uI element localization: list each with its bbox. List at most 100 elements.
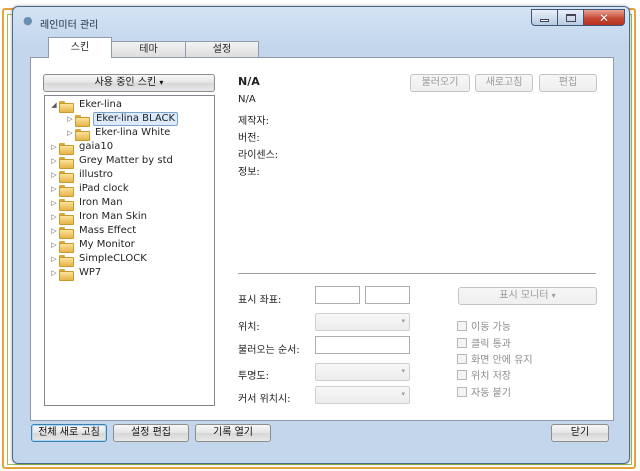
expand-icon[interactable]: ▷	[49, 252, 59, 266]
skin-tree[interactable]: ◢ Eker-lina ▷ Eker-lina BLACK ▷ Eker-lin…	[44, 95, 215, 406]
tree-item-label: SimpleCLOCK	[79, 253, 147, 264]
chevron-down-icon: ▾	[401, 390, 405, 398]
on-hover-label: 커서 위치시:	[238, 394, 291, 405]
edit-skin-button[interactable]: 편집	[539, 74, 597, 92]
minimize-icon	[540, 19, 549, 22]
tree-item-eker-lina[interactable]: ◢ Eker-lina	[49, 98, 124, 113]
draggable-checkbox[interactable]: 이동 가능	[457, 318, 511, 333]
tab-settings[interactable]: 설정	[185, 41, 259, 58]
save-position-checkbox[interactable]: 위치 저장	[457, 367, 511, 382]
tree-item-label: Iron Man Skin	[79, 211, 148, 222]
folder-icon	[59, 184, 74, 197]
checkbox-box[interactable]	[457, 369, 467, 380]
coordinates-label: 표시 좌표:	[238, 295, 282, 306]
folder-icon	[59, 170, 74, 183]
tree-item-label: iPad clock	[79, 183, 129, 194]
checkbox-box[interactable]	[457, 386, 467, 397]
expand-icon[interactable]: ▷	[49, 196, 59, 210]
folder-icon	[59, 100, 74, 113]
display-monitor-dropdown[interactable]: 표시 모니터 ▾	[458, 287, 597, 305]
on-hover-combobox[interactable]: ▾	[315, 386, 410, 404]
tree-item-illustro[interactable]: ▷ illustro	[49, 168, 115, 183]
keep-on-screen-checkbox[interactable]: 화면 안에 유지	[457, 351, 533, 366]
load-order-label: 불러오는 순서:	[238, 345, 300, 356]
checkbox-box[interactable]	[457, 337, 467, 348]
folder-icon	[59, 240, 74, 253]
tree-item-label: My Monitor	[79, 239, 135, 250]
tree-item-mass-effect[interactable]: ▷ Mass Effect	[49, 224, 138, 239]
tree-item-iron-man[interactable]: ▷ Iron Man	[49, 196, 125, 211]
snap-to-edges-checkbox[interactable]: 자동 붙기	[457, 384, 511, 399]
active-skins-dropdown[interactable]: 사용 중인 스킨 ▾	[43, 74, 215, 92]
x-coordinate-input[interactable]	[315, 286, 360, 304]
tree-item-gaia10[interactable]: ▷ gaia10	[49, 140, 115, 155]
expand-icon[interactable]: ▷	[65, 126, 75, 140]
dropdown-arrow-icon: ▾	[159, 78, 164, 87]
tree-item-my-monitor[interactable]: ▷ My Monitor	[49, 238, 137, 253]
tab-themes[interactable]: 테마	[111, 41, 186, 58]
collapse-icon[interactable]: ◢	[49, 98, 59, 112]
title-bar[interactable]: ● 레인미터 관리 ✕	[13, 7, 629, 35]
tree-item-simpleclock[interactable]: ▷ SimpleCLOCK	[49, 252, 149, 267]
expand-icon[interactable]: ▷	[49, 140, 59, 154]
version-label: 버전:	[238, 133, 260, 144]
tree-item-iron-man-skin[interactable]: ▷ Iron Man Skin	[49, 210, 149, 225]
refresh-skin-button[interactable]: 새로고침	[475, 74, 533, 92]
folder-icon	[59, 268, 74, 281]
expand-icon[interactable]: ▷	[49, 238, 59, 252]
chevron-down-icon: ▾	[401, 317, 405, 325]
separator	[238, 273, 596, 274]
position-combobox[interactable]: ▾	[315, 313, 410, 331]
folder-icon	[59, 254, 74, 267]
folder-icon	[59, 156, 74, 169]
load-order-input[interactable]	[315, 336, 410, 354]
expand-icon[interactable]: ▷	[49, 224, 59, 238]
minimize-button[interactable]	[531, 9, 557, 26]
skin-name-title: N/A	[238, 75, 260, 88]
folder-icon	[59, 142, 74, 155]
active-skins-label: 사용 중인 스킨	[94, 77, 157, 88]
edit-settings-button[interactable]: 설정 편집	[113, 424, 189, 442]
expand-icon[interactable]: ▷	[49, 168, 59, 182]
tree-item-ipad-clock[interactable]: ▷ iPad clock	[49, 182, 131, 197]
tab-strip: 스킨 테마 설정	[48, 37, 259, 58]
tree-item-eker-lina-white[interactable]: ▷ Eker-lina White	[65, 126, 172, 141]
checkbox-label: 클릭 통과	[471, 339, 511, 350]
author-label: 제작자:	[238, 116, 269, 127]
y-coordinate-input[interactable]	[365, 286, 410, 304]
tree-item-label: Eker-lina White	[95, 127, 171, 138]
tree-item-wp7[interactable]: ▷ WP7	[49, 266, 103, 281]
chevron-down-icon: ▾	[401, 367, 405, 375]
transparency-combobox[interactable]: ▾	[315, 363, 410, 381]
expand-icon[interactable]: ▷	[49, 182, 59, 196]
window-controls: ✕	[531, 9, 625, 26]
tree-item-label: Grey Matter by std	[79, 155, 173, 166]
expand-icon[interactable]: ▷	[49, 210, 59, 224]
refresh-all-button[interactable]: 전체 새로 고침	[31, 424, 107, 442]
checkbox-box[interactable]	[457, 320, 467, 331]
expand-icon[interactable]: ▷	[49, 154, 59, 168]
folder-icon	[75, 114, 90, 127]
expand-icon[interactable]: ▷	[49, 266, 59, 280]
click-through-checkbox[interactable]: 클릭 통과	[457, 335, 511, 350]
tree-item-label: gaia10	[79, 141, 114, 152]
tab-skins[interactable]: 스킨	[48, 37, 112, 58]
folder-icon	[59, 198, 74, 211]
rainmeter-drop-icon: ●	[23, 14, 33, 27]
load-button[interactable]: 불러오기	[410, 74, 470, 92]
close-button[interactable]: 닫기	[551, 424, 609, 442]
tree-item-label: Eker-lina	[79, 99, 123, 110]
checkbox-box[interactable]	[457, 353, 467, 364]
tree-item-eker-lina-black[interactable]: ▷ Eker-lina BLACK	[65, 112, 179, 127]
close-window-button[interactable]: ✕	[583, 9, 625, 26]
folder-icon	[59, 226, 74, 239]
skin-config-value: N/A	[238, 94, 256, 105]
maximize-button[interactable]	[557, 9, 583, 26]
expand-icon[interactable]: ▷	[65, 112, 75, 126]
information-label: 정보:	[238, 167, 260, 178]
checkbox-label: 자동 붙기	[471, 388, 511, 399]
license-label: 라이센스:	[238, 150, 279, 161]
checkbox-label: 위치 저장	[471, 371, 511, 382]
tree-item-grey-matter[interactable]: ▷ Grey Matter by std	[49, 154, 175, 169]
open-log-button[interactable]: 기록 열기	[195, 424, 271, 442]
